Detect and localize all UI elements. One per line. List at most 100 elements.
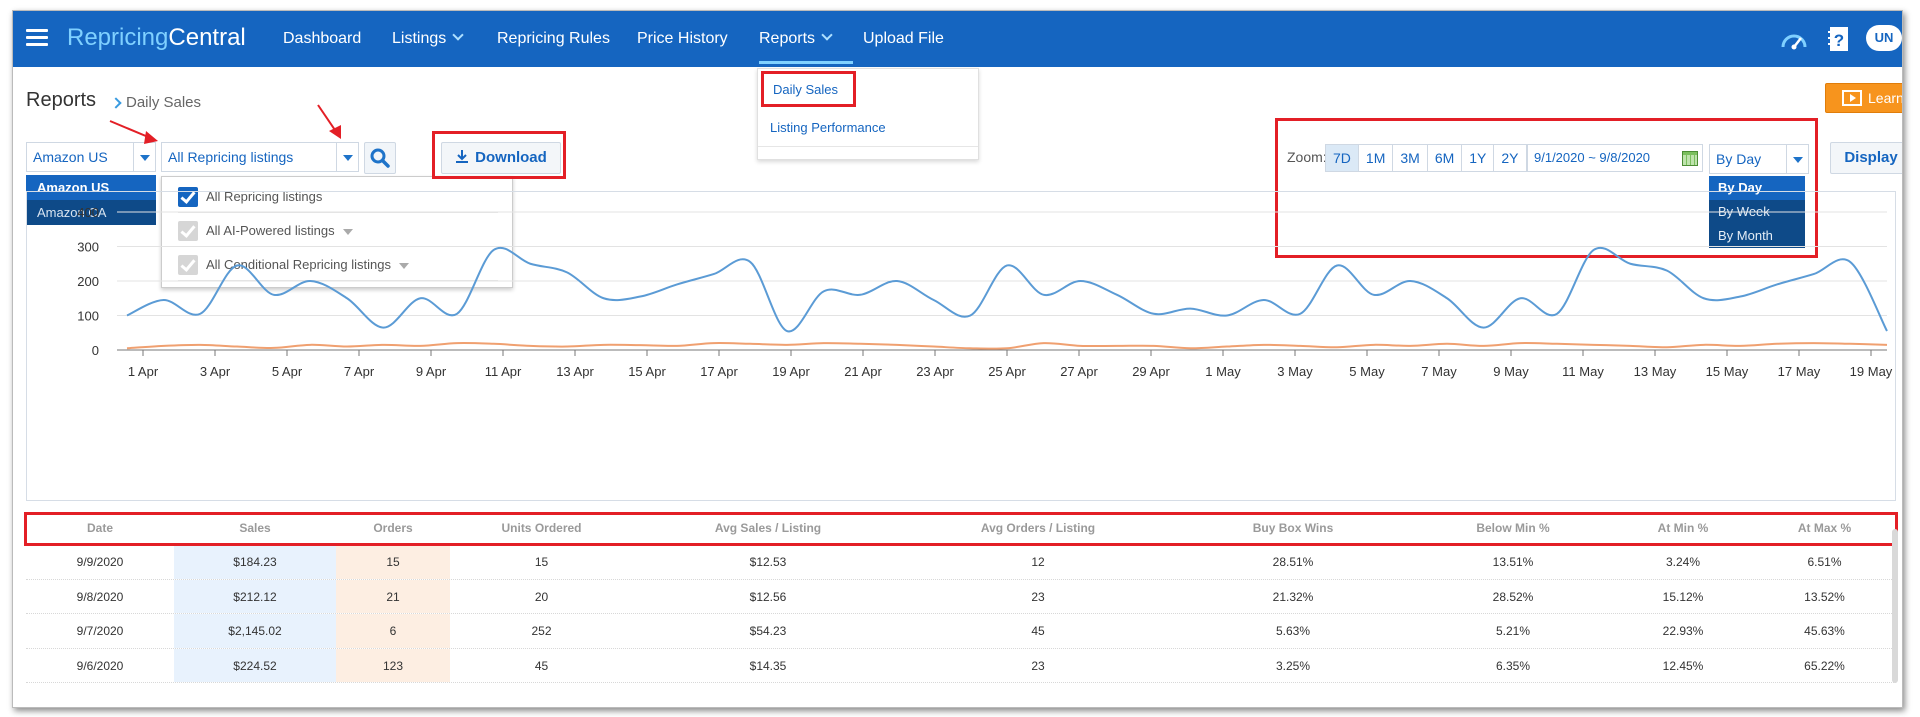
nav-listings[interactable]: Listings	[392, 11, 464, 67]
x-tick-label: 21 Apr	[844, 364, 882, 379]
table-cell: 5.63%	[1275, 624, 1311, 638]
nav-label: Listings	[392, 30, 447, 47]
app-window: RepricingCentral Dashboard Listings Repr…	[12, 10, 1903, 708]
sales-chart: 0 100 200 300 400 1 Apr 3 Apr 5 Apr 7 Apr 9 Apr 11…	[26, 191, 1896, 501]
table-cell: 9/9/2020	[76, 555, 124, 569]
nav-repricing-rules[interactable]: Repricing Rules	[497, 11, 610, 67]
x-tick-label: 3 May	[1277, 364, 1313, 379]
x-tick-label: 17 May	[1778, 364, 1821, 379]
x-tick-label: 19 May	[1850, 364, 1893, 379]
chevron-down-icon	[821, 29, 833, 41]
x-tick-label: 13 Apr	[556, 364, 594, 379]
table-cell: $12.53	[749, 555, 787, 569]
speedometer-icon[interactable]	[1779, 27, 1809, 51]
video-play-icon	[1842, 90, 1862, 106]
x-tick-label: 15 May	[1706, 364, 1749, 379]
table-cell: 15	[534, 555, 549, 569]
x-tick-label: 29 Apr	[1132, 364, 1170, 379]
reports-dropdown-menu: Daily Sales Listing Performance	[757, 68, 979, 160]
x-tick-label: 11 May	[1562, 364, 1604, 379]
table-cell: 45.63%	[1804, 624, 1845, 638]
table-cell: 6	[336, 614, 450, 648]
series-line-0	[126, 246, 1888, 333]
x-tick-label: 13 May	[1634, 364, 1677, 379]
learn-label: Learn	[1868, 90, 1903, 106]
table-cell: 3.24%	[1665, 555, 1701, 569]
nav-active-indicator	[759, 61, 853, 64]
x-tick-label: 1 May	[1205, 364, 1241, 379]
table-cell: 45	[1031, 624, 1045, 638]
table-cell: 21.32%	[1272, 589, 1314, 604]
table-cell: 45	[534, 658, 549, 673]
brand-part-2: Central	[168, 24, 246, 51]
x-tick-label: 1 Apr	[128, 364, 159, 379]
table-cell: 6.35%	[1495, 658, 1531, 673]
table-cell: $212.12	[174, 579, 336, 613]
chevron-down-icon	[452, 29, 464, 41]
user-avatar[interactable]: UN	[1866, 25, 1902, 51]
x-tick-label: 3 Apr	[200, 364, 231, 379]
menu-item-daily-sales[interactable]: Daily Sales	[761, 71, 856, 107]
table-cell: $54.23	[749, 624, 787, 638]
hamburger-menu-icon[interactable]	[26, 29, 48, 47]
nav-price-history[interactable]: Price History	[637, 11, 728, 67]
learn-button[interactable]: Learn	[1825, 83, 1903, 113]
table-row[interactable]: 9/6/2020 $224.52 123 45 $14.35 23 3.25% 6.35% 12…	[26, 648, 1896, 683]
x-tick-label: 9 Apr	[416, 364, 447, 379]
nav-label: Upload File	[863, 30, 944, 47]
x-tick-label: 27 Apr	[1060, 364, 1098, 379]
top-navbar: RepricingCentral Dashboard Listings Repr…	[13, 11, 1902, 67]
table-row[interactable]: 9/9/2020 $184.23 15 15 $12.53 12 28.51% 13.51% 3…	[26, 545, 1896, 580]
table-cell: $14.35	[749, 658, 787, 673]
breadcrumb[interactable]: Daily Sales	[126, 94, 201, 111]
sales-table: Date Sales Orders Units Ordered Avg Sales / …	[24, 511, 1902, 683]
table-cell: 9/8/2020	[76, 589, 124, 604]
table-cell: 22.93%	[1662, 624, 1704, 638]
annotation-arrow-icon	[109, 120, 158, 144]
table-cell: 13.51%	[1492, 555, 1534, 569]
nav-upload-file[interactable]: Upload File	[863, 11, 944, 67]
y-tick-label: 100	[77, 309, 99, 324]
table-cell: 13.52%	[1804, 589, 1845, 604]
table-cell: $224.52	[174, 648, 336, 682]
chart-svg: 0 100 200 300 400 1 Apr 3 Apr 5 Apr 7 Apr 9 Apr 11…	[77, 205, 1893, 379]
table-cell: 21	[336, 579, 450, 613]
brand-part-1: Repricing	[67, 24, 169, 51]
table-row[interactable]: 9/7/2020 $2,145.02 6 252 $54.23 45 5.63% 5.21% 2…	[26, 614, 1896, 649]
listing-scope-value: All Repricing listings	[168, 149, 294, 165]
help-icon[interactable]: ?	[1827, 25, 1851, 53]
table-cell: 6.51%	[1807, 555, 1842, 569]
x-tick-label: 19 Apr	[772, 364, 810, 379]
y-tick-label: 400	[77, 205, 99, 220]
table-cell: 5.21%	[1495, 624, 1531, 638]
nav-dashboard[interactable]: Dashboard	[283, 11, 361, 67]
page-title: Reports	[26, 89, 97, 111]
marketplace-value: Amazon US	[33, 149, 108, 165]
nav-reports[interactable]: Reports	[759, 11, 833, 67]
breadcrumb-arrow-icon	[110, 97, 122, 109]
table-cell: $2,145.02	[174, 614, 336, 648]
x-tick-label: 9 May	[1493, 364, 1529, 379]
menu-item-listing-performance[interactable]: Listing Performance	[758, 109, 978, 147]
table-cell: 12.45%	[1662, 658, 1704, 673]
table-cell: 15.12%	[1662, 589, 1704, 604]
x-tick-label: 5 Apr	[272, 364, 303, 379]
x-tick-label: 11 Apr	[485, 364, 522, 379]
svg-text:?: ?	[1834, 31, 1844, 50]
table-row[interactable]: 9/8/2020 $212.12 21 20 $12.56 23 21.32% 28.52% 1…	[26, 579, 1896, 614]
table-cell: 12	[1031, 555, 1045, 569]
table-scrollbar[interactable]	[1892, 529, 1898, 683]
nav-label: Dashboard	[283, 30, 362, 47]
display-button[interactable]: Display	[1830, 142, 1902, 174]
table-cell: 3.25%	[1275, 658, 1311, 673]
table-cell: 65.22%	[1804, 658, 1845, 673]
x-tick-label: 15 Apr	[628, 364, 666, 379]
x-tick-label: 25 Apr	[988, 364, 1026, 379]
brand-logo[interactable]: RepricingCentral	[67, 24, 246, 52]
series-line-1	[126, 341, 1888, 350]
search-button[interactable]	[364, 142, 396, 174]
table-cell: $184.23	[174, 545, 336, 579]
x-tick-label: 23 Apr	[916, 364, 954, 379]
table-cell: 23	[1031, 658, 1045, 673]
table-cell: 9/7/2020	[76, 624, 124, 638]
